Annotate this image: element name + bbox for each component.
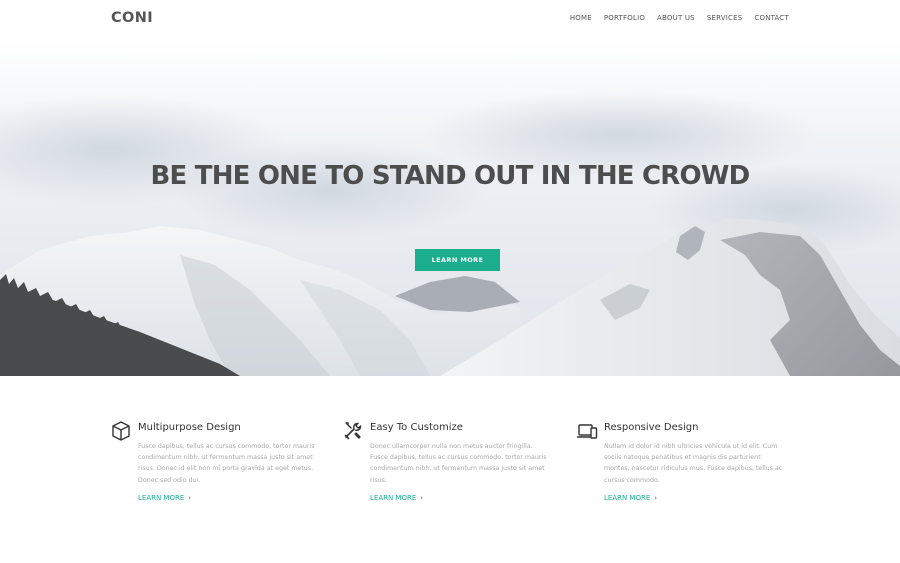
nav-item-about-us[interactable]: ABOUT US xyxy=(657,14,695,22)
nav-item-contact[interactable]: CONTACT xyxy=(754,14,789,22)
hero-mountain-image xyxy=(0,40,900,376)
feature-title: Multipurpose Design xyxy=(138,422,241,433)
devices-icon xyxy=(576,424,598,439)
feature-learn-more-link[interactable]: LEARN MORE › xyxy=(370,494,423,502)
feature-learn-more-link[interactable]: LEARN MORE › xyxy=(138,494,191,502)
tools-icon xyxy=(344,422,362,440)
feature-text: Nullam id dolor id nibh ultricies vehicu… xyxy=(604,443,783,484)
learn-more-label: LEARN MORE xyxy=(604,494,651,502)
hero-title: BE THE ONE TO STAND OUT IN THE CROWD xyxy=(150,161,751,191)
cube-icon xyxy=(112,421,130,441)
feature-text: Donec ullamcorper nulla non metus auctor… xyxy=(370,443,547,484)
learn-more-label: LEARN MORE xyxy=(370,494,417,502)
chevron-right-icon: › xyxy=(188,494,192,502)
main-nav: HOME PORTFOLIO ABOUT US SERVICES CONTACT xyxy=(570,14,789,22)
feature-title: Easy To Customize xyxy=(370,422,463,433)
chevron-right-icon: › xyxy=(654,494,658,502)
learn-more-label: LEARN MORE xyxy=(138,494,185,502)
nav-item-home[interactable]: HOME xyxy=(570,14,592,22)
features-section: Multipurpose Design Fusce dapibus, tellu… xyxy=(0,376,900,563)
feature-text: Fusce dapibus, tellus ac cursus commodo,… xyxy=(138,443,315,484)
nav-item-services[interactable]: SERVICES xyxy=(707,14,743,22)
feature-title: Responsive Design xyxy=(604,422,699,433)
feature-learn-more-link[interactable]: LEARN MORE › xyxy=(604,494,657,502)
hero-learn-more-button[interactable]: LEARN MORE xyxy=(415,249,500,271)
nav-item-portfolio[interactable]: PORTFOLIO xyxy=(604,14,645,22)
chevron-right-icon: › xyxy=(420,494,424,502)
site-logo[interactable]: CONI xyxy=(111,10,153,26)
hero-section: BE THE ONE TO STAND OUT IN THE CROWD LEA… xyxy=(0,40,900,376)
site-header: CONI HOME PORTFOLIO ABOUT US SERVICES CO… xyxy=(0,0,900,40)
